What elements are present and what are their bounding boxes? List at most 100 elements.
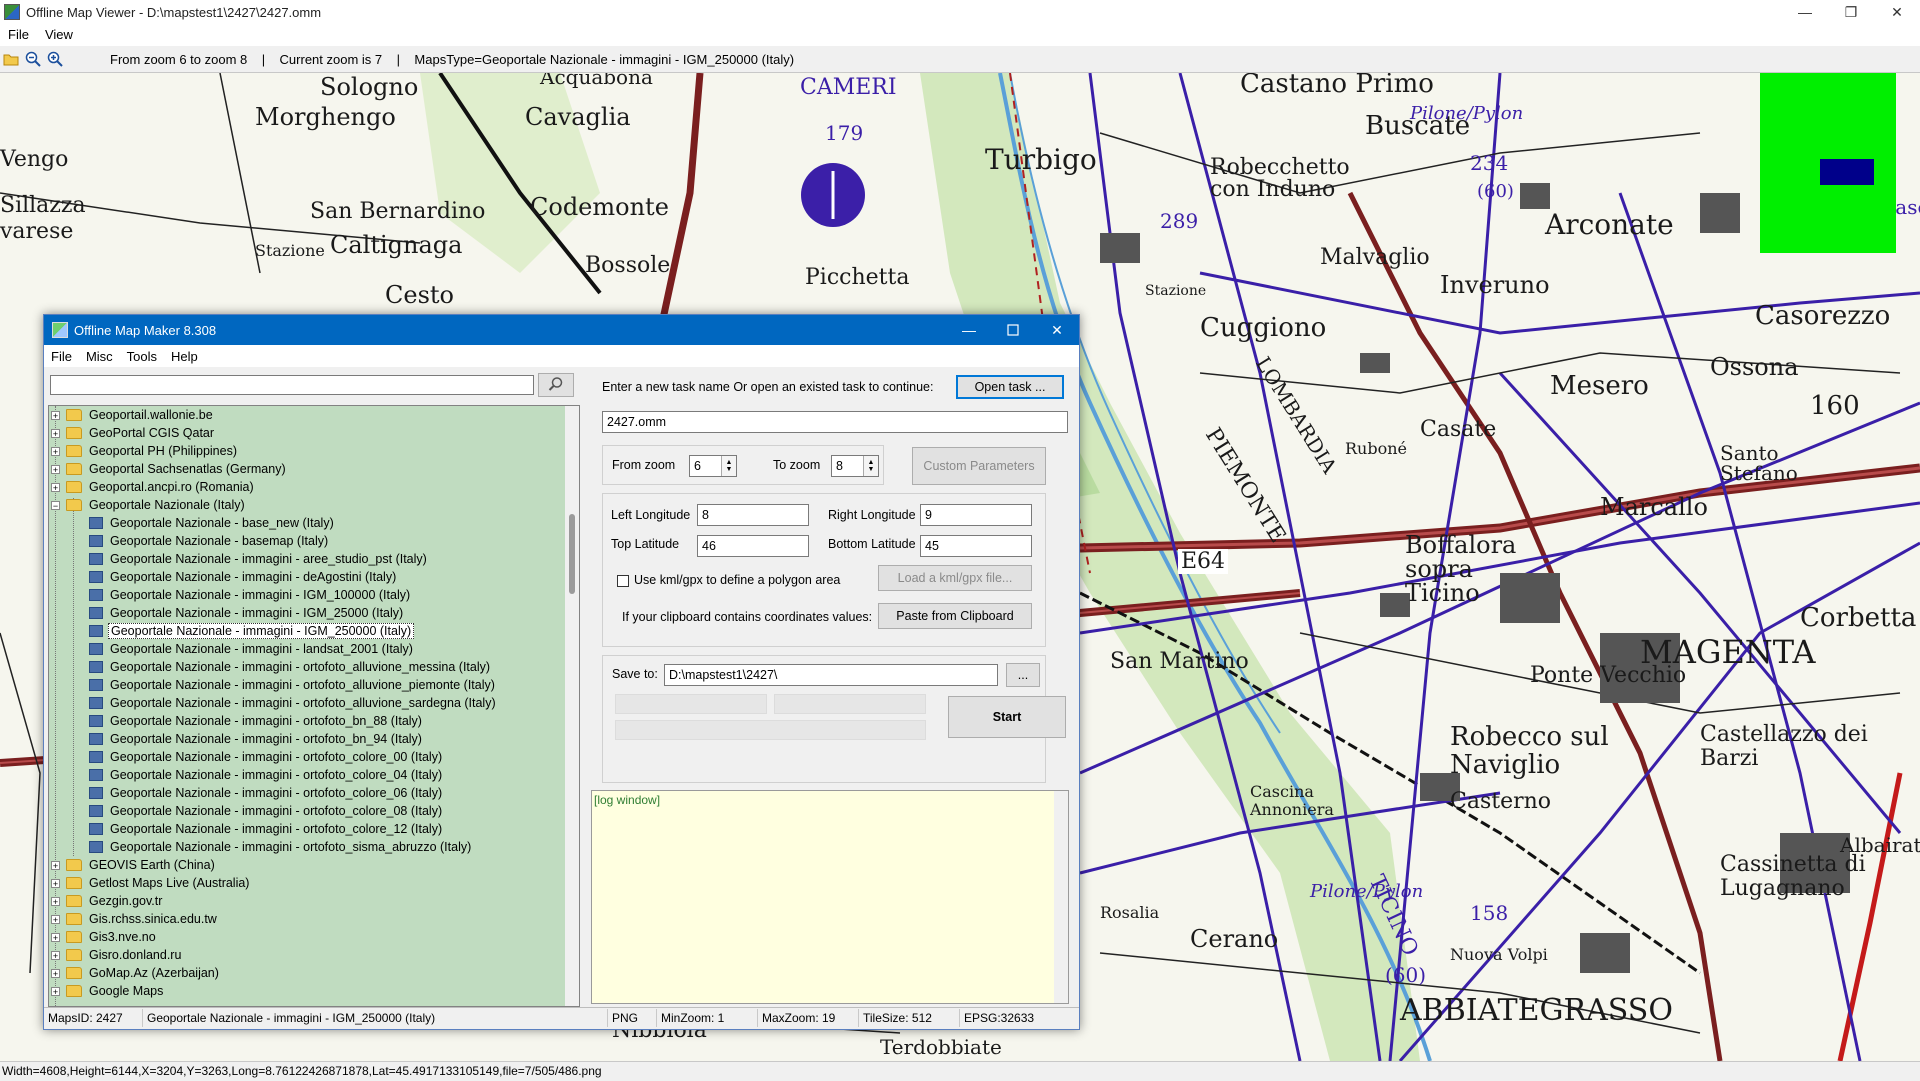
- tree-map-row[interactable]: Geoportale Nazionale - immagini - deAgos…: [89, 568, 398, 586]
- tree-folder-row[interactable]: − Geoportale Nazionale (Italy): [51, 496, 247, 514]
- maps-tree[interactable]: + Geoportail.wallonie.be + GeoPortal CGIS Q…: [48, 405, 580, 1007]
- expand-icon[interactable]: +: [51, 950, 60, 960]
- map-label: Ossona: [1710, 353, 1799, 381]
- left-longitude-input[interactable]: 8: [697, 504, 809, 526]
- save-to-label: Save to:: [612, 667, 658, 681]
- map-label: Casate: [1420, 417, 1497, 442]
- tree-folder-row[interactable]: + Gisro.donland.ru: [51, 946, 183, 964]
- dialog-menu-tools[interactable]: Tools: [120, 349, 164, 364]
- tree-map-row[interactable]: Geoportale Nazionale - immagini - ortofo…: [89, 784, 444, 802]
- tree-map-row[interactable]: Geoportale Nazionale - immagini - IGM_10…: [89, 586, 412, 604]
- tree-map-row[interactable]: Geoportale Nazionale - immagini - ortofo…: [89, 730, 424, 748]
- dialog-menu-help[interactable]: Help: [164, 349, 205, 364]
- tree-folder-row[interactable]: + Geoportail.wallonie.be: [51, 406, 215, 424]
- task-name-input[interactable]: 2427.omm: [602, 411, 1068, 433]
- tree-map-row[interactable]: Geoportale Nazionale - immagini - ortofo…: [89, 838, 473, 856]
- tree-map-row[interactable]: Geoportale Nazionale - immagini - ortofo…: [89, 802, 444, 820]
- tree-folder-row[interactable]: + Geoportal Sachsenatlas (Germany): [51, 460, 288, 478]
- dialog-maximize-button[interactable]: [991, 315, 1035, 345]
- open-folder-icon[interactable]: [0, 48, 22, 70]
- custom-parameters-button[interactable]: Custom Parameters: [912, 447, 1046, 485]
- folder-open-icon: [66, 499, 82, 511]
- tree-map-row[interactable]: Geoportale Nazionale - immagini - ortofo…: [89, 712, 424, 730]
- log-scrollbar[interactable]: [1054, 791, 1068, 1003]
- map-layer-icon: [89, 661, 103, 673]
- menu-view[interactable]: View: [37, 27, 81, 42]
- tree-folder-row[interactable]: + Google Maps: [51, 982, 165, 1000]
- folder-icon: [66, 967, 82, 979]
- dialog-minimize-button[interactable]: —: [947, 315, 991, 345]
- top-latitude-input[interactable]: 46: [697, 535, 809, 557]
- from-zoom-spin-arrows[interactable]: ▲ ▼: [721, 456, 736, 476]
- minimap[interactable]: [1760, 73, 1896, 253]
- map-label: Arconate: [1545, 208, 1674, 241]
- tree-folder-row[interactable]: + GoMap.Az (Azerbaijan): [51, 964, 221, 982]
- tree-scrollbar-thumb[interactable]: [569, 514, 575, 594]
- tree-map-row[interactable]: Geoportale Nazionale - base_new (Italy): [89, 514, 336, 532]
- expand-icon[interactable]: +: [51, 986, 60, 996]
- dialog-close-button[interactable]: ✕: [1035, 315, 1079, 345]
- expand-icon[interactable]: +: [51, 878, 60, 888]
- expand-icon[interactable]: +: [51, 932, 60, 942]
- map-label: Cerano: [1190, 925, 1279, 953]
- to-zoom-spin-arrows[interactable]: ▲ ▼: [863, 456, 878, 476]
- tree-map-row[interactable]: Geoportale Nazionale - immagini - aree_s…: [89, 550, 429, 568]
- tree-folder-row[interactable]: + Geoportal.ancpi.ro (Romania): [51, 478, 256, 496]
- menu-file[interactable]: File: [0, 27, 37, 42]
- tree-map-row[interactable]: Geoportale Nazionale - immagini - ortofo…: [89, 748, 444, 766]
- paste-from-clipboard-button[interactable]: Paste from Clipboard: [878, 603, 1032, 629]
- expand-icon[interactable]: +: [51, 968, 60, 978]
- zoom-in-icon[interactable]: [44, 48, 66, 70]
- save-path-input[interactable]: D:\mapstest1\2427\: [664, 664, 998, 686]
- expand-icon[interactable]: +: [51, 446, 60, 456]
- browse-button[interactable]: ...: [1006, 663, 1040, 687]
- collapse-icon[interactable]: −: [51, 500, 60, 510]
- from-zoom-value: 6: [694, 459, 701, 473]
- expand-icon[interactable]: +: [51, 914, 60, 924]
- tree-map-row[interactable]: Geoportale Nazionale - basemap (Italy): [89, 532, 330, 550]
- tree-map-row[interactable]: Geoportale Nazionale - immagini - ortofo…: [89, 820, 444, 838]
- minimap-viewport-indicator[interactable]: [1820, 159, 1874, 185]
- zoom-out-icon[interactable]: [22, 48, 44, 70]
- tree-folder-row[interactable]: + Geoportal PH (Philippines): [51, 442, 239, 460]
- search-button[interactable]: [538, 373, 574, 397]
- maps-search-input[interactable]: [50, 375, 534, 395]
- to-zoom-spinner[interactable]: 8 ▲ ▼: [831, 455, 879, 477]
- dialog-titlebar[interactable]: Offline Map Maker 8.308 — ✕: [44, 315, 1079, 345]
- log-window[interactable]: [log window]: [591, 790, 1069, 1004]
- dialog-menu-file[interactable]: File: [44, 349, 79, 364]
- tree-map-row[interactable]: Geoportale Nazionale - immagini - landsa…: [89, 640, 415, 658]
- expand-icon[interactable]: +: [51, 410, 60, 420]
- tree-folder-row[interactable]: + Gis3.nve.no: [51, 928, 158, 946]
- close-button[interactable]: ✕: [1874, 0, 1920, 24]
- expand-icon[interactable]: +: [51, 860, 60, 870]
- tree-map-row[interactable]: Geoportale Nazionale - immagini - ortofo…: [89, 694, 498, 712]
- tree-folder-row[interactable]: + GeoPortal CGIS Qatar: [51, 424, 216, 442]
- load-kml-button[interactable]: Load a kml/gpx file...: [878, 565, 1032, 591]
- expand-icon[interactable]: +: [51, 482, 60, 492]
- bottom-latitude-input[interactable]: 45: [920, 535, 1032, 557]
- tree-folder-row[interactable]: + GEOVIS Earth (China): [51, 856, 217, 874]
- right-longitude-input[interactable]: 9: [920, 504, 1032, 526]
- viewer-window-controls: — ❐ ✕: [1782, 0, 1920, 24]
- tree-folder-row[interactable]: + Gis.rchss.sinica.edu.tw: [51, 910, 219, 928]
- tree-map-row[interactable]: Geoportale Nazionale - immagini - IGM_25…: [89, 622, 415, 640]
- minimize-button[interactable]: —: [1782, 0, 1828, 24]
- from-zoom-spinner[interactable]: 6 ▲ ▼: [689, 455, 737, 477]
- expand-icon[interactable]: +: [51, 428, 60, 438]
- open-task-button[interactable]: Open task ...: [956, 375, 1064, 399]
- use-kml-checkbox[interactable]: [617, 575, 629, 587]
- expand-icon[interactable]: +: [51, 896, 60, 906]
- tree-folder-row[interactable]: + Gezgin.gov.tr: [51, 892, 164, 910]
- expand-icon[interactable]: +: [51, 464, 60, 474]
- tree-map-row[interactable]: Geoportale Nazionale - immagini - ortofo…: [89, 766, 444, 784]
- tree-map-row[interactable]: Geoportale Nazionale - immagini - IGM_25…: [89, 604, 405, 622]
- map-label: Cesto: [385, 281, 454, 309]
- tree-map-row[interactable]: Geoportale Nazionale - immagini - ortofo…: [89, 658, 492, 676]
- tree-folder-row[interactable]: + Getlost Maps Live (Australia): [51, 874, 251, 892]
- start-button[interactable]: Start: [948, 696, 1066, 738]
- dialog-menu-misc[interactable]: Misc: [79, 349, 120, 364]
- maximize-button[interactable]: ❐: [1828, 0, 1874, 24]
- tree-scrollbar[interactable]: [565, 406, 579, 1006]
- tree-map-row[interactable]: Geoportale Nazionale - immagini - ortofo…: [89, 676, 497, 694]
